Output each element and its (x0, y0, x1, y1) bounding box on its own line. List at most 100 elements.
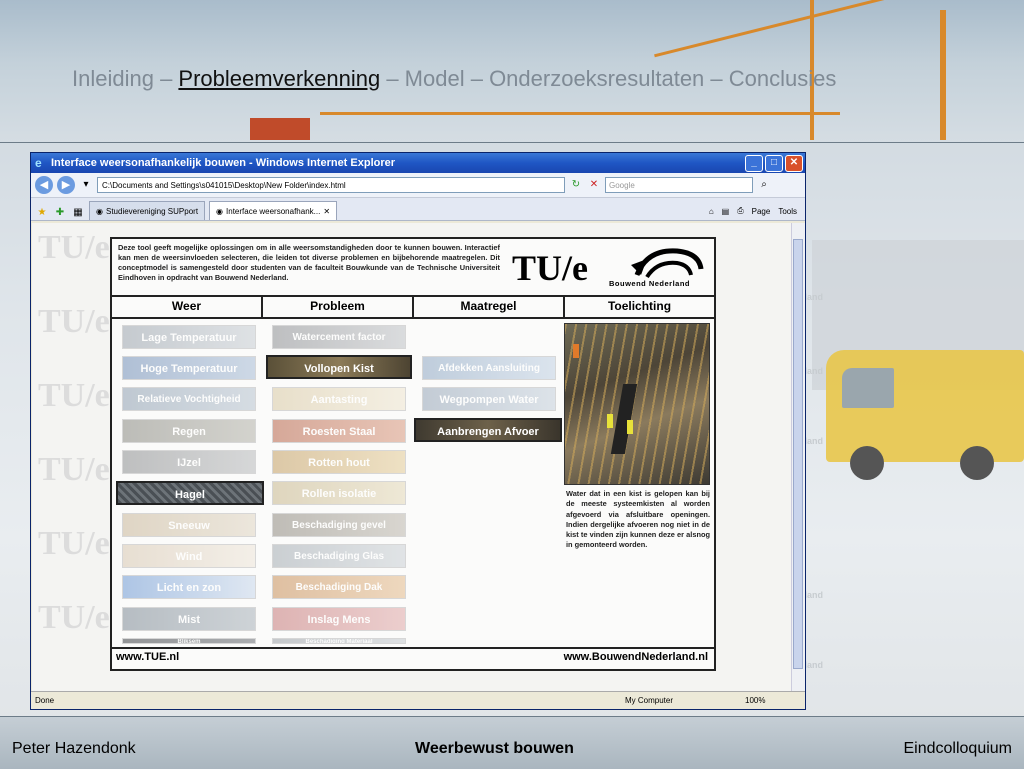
weer-relatieve-vochtigheid[interactable]: Relatieve Vochtigheid (122, 387, 256, 411)
page-footer-divider (112, 647, 714, 649)
address-toolbar: ◀ ▶ ▾ C:\Documents and Settings\s041015\… (31, 173, 805, 198)
page-icon: ◉ (96, 206, 103, 216)
bg-tue-logo: TU/e (38, 303, 110, 340)
probleem-rollen-isolatie[interactable]: Rollen isolatie (272, 481, 406, 505)
van-wheel-rear (960, 446, 994, 480)
tab-close-icon[interactable]: ✕ (323, 207, 330, 216)
probleem-beschadiging-glas[interactable]: Beschadiging Glas (272, 544, 406, 568)
weer-hoge-temperatuur[interactable]: Hoge Temperatuur (122, 356, 256, 380)
search-input[interactable]: Google (605, 177, 753, 193)
probleem-beschadiging-gevel[interactable]: Beschadiging gevel (272, 513, 406, 537)
footer-title: Weerbewust bouwen (415, 740, 574, 757)
print-icon[interactable]: ⎙ (737, 206, 743, 216)
probleem-roesten-staal[interactable]: Roesten Staal (272, 419, 406, 443)
close-button[interactable]: ✕ (785, 154, 803, 172)
nav-item-model[interactable]: Model (405, 66, 465, 91)
probleem-watercement-factor[interactable]: Watercement factor (272, 325, 406, 349)
slide-footer: Peter Hazendonk Weerbewust bouwen Eindco… (0, 716, 1024, 769)
footer-event: Eindcolloquium (903, 740, 1012, 757)
bg-tue-logo: TU/e (38, 377, 110, 414)
probleem-rotten-hout[interactable]: Rotten hout (272, 450, 406, 474)
crane-mast-right (940, 10, 946, 140)
minimize-button[interactable]: _ (745, 154, 763, 172)
van-wheel-front (850, 446, 884, 480)
nav-item-probleemverkenning[interactable]: Probleemverkenning (178, 66, 380, 91)
page-viewport: TU/e TU/e TU/e TU/e TU/e TU/e Deze tool … (32, 223, 792, 691)
intro-text: Deze tool geeft mogelijke oplossingen om… (118, 243, 500, 282)
toelichting-photo (564, 323, 710, 485)
page-icon: ◉ (216, 206, 224, 216)
ie-logo-icon: e (35, 156, 42, 170)
scrollbar-thumb[interactable] (793, 239, 803, 669)
maatregel-aanbrengen-afvoer[interactable]: Aanbrengen Afvoer (414, 418, 562, 442)
home-icon[interactable]: ⌂ (709, 207, 714, 216)
zoom-level[interactable]: 100% (745, 696, 805, 705)
bouwend-nederland-text: Bouwend Nederland (609, 279, 691, 288)
tab-studievereniging[interactable]: ◉ Studievereniging SUPport (89, 201, 206, 220)
probleem-aantasting[interactable]: Aantasting (272, 387, 406, 411)
weer-mist[interactable]: Mist (122, 607, 256, 631)
nav-item-conclusies[interactable]: Conclusies (729, 66, 837, 91)
maximize-button[interactable]: □ (765, 154, 783, 172)
tue-link[interactable]: www.TUE.nl (116, 651, 179, 663)
feeds-icon[interactable]: ▤ (722, 207, 730, 216)
crane-cabin (250, 118, 310, 140)
van-window (842, 368, 894, 408)
maatregel-wegpompen-water[interactable]: Wegpompen Water (422, 387, 556, 411)
search-icon[interactable]: ⌕ (757, 178, 771, 192)
toelichting-text: Water dat in een kist is gelopen kan bij… (566, 489, 710, 550)
refresh-icon[interactable]: ↻ (569, 178, 583, 192)
security-zone: My Computer (625, 696, 674, 705)
worker-figure (573, 344, 579, 358)
crane-jib (654, 0, 946, 58)
window-titlebar[interactable]: e Interface weersonafhankelijk bouwen - … (31, 153, 805, 173)
weer-wind[interactable]: Wind (122, 544, 256, 568)
probleem-beschadiging-dak[interactable]: Beschadiging Dak (272, 575, 406, 599)
maatregel-afdekken-aansluiting[interactable]: Afdekken Aansluiting (422, 356, 556, 380)
weer-regen[interactable]: Regen (122, 419, 256, 443)
window-title: Interface weersonafhankelijk bouwen - Wi… (51, 157, 396, 169)
add-favorite-icon[interactable]: ✚ (53, 206, 67, 220)
weer-sneeuw[interactable]: Sneeuw (122, 513, 256, 537)
forward-button[interactable]: ▶ (57, 176, 75, 194)
bg-tue-logo: TU/e (38, 451, 110, 488)
probleem-vollopen-kist[interactable]: Vollopen Kist (266, 355, 412, 379)
footer-author: Peter Hazendonk (12, 740, 136, 757)
header-toelichting: Toelichting (607, 299, 672, 313)
bg-tue-logo: TU/e (38, 229, 110, 266)
bouwend-nederland-link[interactable]: www.BouwendNederland.nl (564, 651, 708, 663)
worker-figure (627, 420, 633, 434)
bg-tue-logo: TU/e (38, 525, 110, 562)
nav-item-onderzoeksresultaten[interactable]: Onderzoeksresultaten (489, 66, 704, 91)
weer-bliksem[interactable]: Bliksem (122, 638, 256, 644)
history-dropdown-icon[interactable]: ▾ (79, 178, 93, 192)
bg-tue-logo: TU/e (38, 599, 110, 636)
address-input[interactable]: C:\Documents and Settings\s041015\Deskto… (97, 177, 565, 193)
crane-jib-low (320, 112, 840, 115)
weer-hagel[interactable]: Hagel (116, 481, 264, 505)
vertical-scrollbar[interactable] (791, 223, 805, 691)
back-button[interactable]: ◀ (35, 176, 53, 194)
worker-figure (607, 414, 613, 428)
probleem-beschadiging-materiaal[interactable]: Beschadiging Materiaal (272, 638, 406, 644)
weer-lage-temperatuur[interactable]: Lage Temperatuur (122, 325, 256, 349)
weer-ijzel[interactable]: IJzel (122, 450, 256, 474)
header-probleem: Probleem (263, 297, 414, 317)
page-menu[interactable]: Page (752, 207, 771, 216)
probleem-inslag-mens[interactable]: Inslag Mens (272, 607, 406, 631)
nav-item-inleiding[interactable]: Inleiding (72, 66, 154, 91)
stop-icon[interactable]: ✕ (587, 178, 601, 192)
slide-header-banner: Inleiding – Probleemverkenning – Model –… (0, 0, 1024, 143)
favorites-star-icon[interactable]: ★ (35, 206, 49, 220)
column-headers: Weer Probleem Maatregel Toelichting (112, 295, 714, 319)
weer-licht-en-zon[interactable]: Licht en zon (122, 575, 256, 599)
slide-navigation: Inleiding – Probleemverkenning – Model –… (72, 66, 837, 91)
tab-bar: ★ ✚ ▦ ◉ Studievereniging SUPport ◉ Interfa… (31, 198, 805, 221)
status-bar: Done My Computer 100% (31, 691, 805, 709)
browser-window: e Interface weersonafhankelijk bouwen - … (30, 152, 806, 710)
quick-tabs-icon[interactable]: ▦ (71, 206, 85, 220)
header-weer: Weer (112, 297, 263, 317)
tools-menu[interactable]: Tools (778, 207, 797, 216)
tab-interface[interactable]: ◉ Interface weersonafhank... ✕ (209, 201, 338, 220)
weather-tool-page: Deze tool geeft mogelijke oplossingen om… (110, 237, 716, 671)
